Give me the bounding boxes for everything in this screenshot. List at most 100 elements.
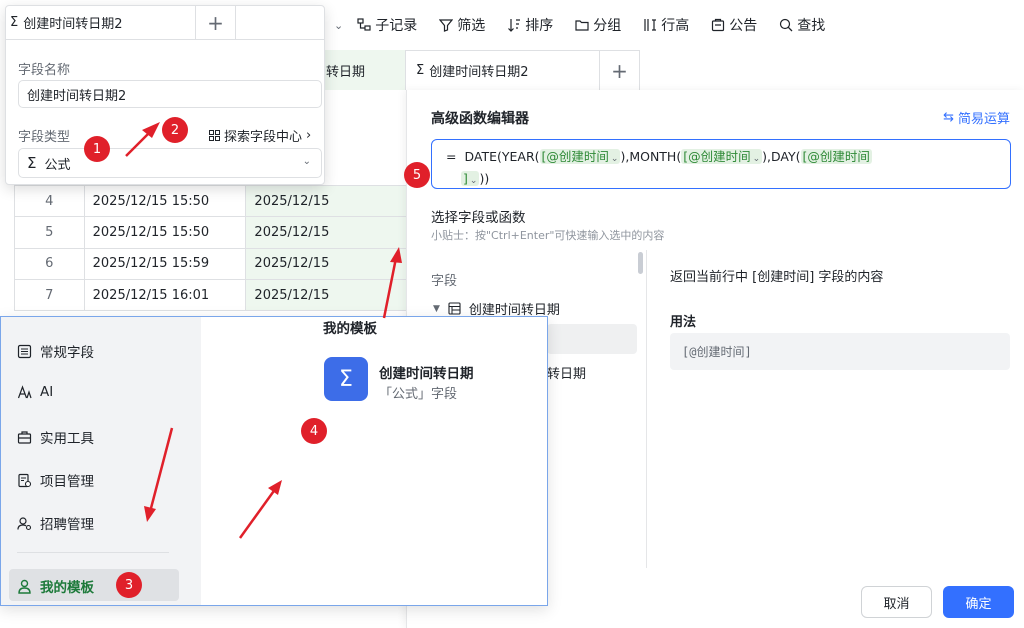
- cancel-button[interactable]: 取消: [861, 586, 932, 618]
- row-number: 4: [14, 184, 85, 218]
- field-type-select[interactable]: Σ 公式 ⌄: [18, 148, 322, 178]
- popup-header: Σ 创建时间转日期2 +: [6, 6, 324, 40]
- table-row[interactable]: 6 2025/12/15 15:59 2025/12/15: [14, 247, 407, 280]
- field-chip[interactable]: [@创建时间 ⌄: [539, 149, 621, 164]
- sidebar-item-label: AI: [40, 384, 54, 400]
- template-sidebar: 常规字段 AI 实用工具 项目管理 招聘管理 我的模板: [1, 317, 201, 605]
- chevron-down-icon[interactable]: ⌄: [611, 150, 619, 169]
- ai-icon: [17, 384, 32, 398]
- filter-icon: [439, 19, 454, 32]
- view-toolbar: ⌄ 子记录 筛选 排序 分组 行高 公告 查找: [320, 0, 1024, 50]
- table-row[interactable]: 7 2025/12/15 16:01 2025/12/15: [14, 278, 407, 312]
- user-icon: [18, 579, 31, 594]
- list-scrollbar[interactable]: [638, 252, 643, 274]
- created-time-cell[interactable]: 2025/12/15 16:01: [83, 278, 247, 312]
- sidebar-item-regular-fields[interactable]: 常规字段: [17, 341, 94, 361]
- formula-input[interactable]: = DATE(YEAR([@创建时间 ⌄),MONTH([@创建时间 ⌄),DAY([…: [431, 139, 1011, 189]
- recruit-icon: [17, 516, 32, 530]
- add-column-button[interactable]: +: [196, 6, 236, 39]
- date-cell[interactable]: 2025/12/15: [245, 184, 407, 218]
- triangle-down-icon[interactable]: ▼: [433, 304, 440, 314]
- sidebar-item-project-management[interactable]: 项目管理: [17, 470, 94, 490]
- row-height-button[interactable]: 行高: [643, 15, 689, 35]
- filter-button[interactable]: 筛选: [439, 15, 485, 35]
- hovered-field-row[interactable]: [547, 324, 637, 354]
- sort-label: 排序: [525, 18, 554, 34]
- chevron-down-icon[interactable]: ⌄: [334, 19, 343, 32]
- group-button[interactable]: 分组: [575, 15, 621, 35]
- field-chip[interactable]: [@创建时间 ⌄: [681, 149, 763, 164]
- chevron-right-icon: ›: [306, 128, 312, 143]
- field-list-item[interactable]: 转日期: [547, 363, 586, 382]
- sidebar-item-recruiting[interactable]: 招聘管理: [17, 513, 94, 533]
- row-number: 7: [14, 278, 85, 312]
- annotation-badge: 2: [162, 117, 188, 143]
- column-header-label: 转日期: [326, 64, 366, 80]
- sidebar-item-my-templates-content[interactable]: 我的模板: [17, 576, 94, 596]
- sidebar-item-ai[interactable]: AI: [17, 384, 53, 400]
- field-chip-label: ]: [463, 171, 468, 186]
- explore-label: 探索字段中心: [224, 130, 303, 145]
- search-button[interactable]: 查找: [779, 15, 825, 35]
- filter-label: 筛选: [457, 18, 486, 34]
- select-field-heading: 选择字段或函数: [431, 210, 526, 226]
- field-chip-label: [@创建时间: [683, 149, 751, 164]
- simple-mode-label: 简易运算: [957, 112, 1010, 127]
- field-chip[interactable]: [@创建时间: [800, 149, 872, 164]
- date-cell[interactable]: 2025/12/15: [245, 216, 407, 249]
- chevron-down-icon[interactable]: ⌄: [753, 150, 761, 169]
- sigma-icon: Σ: [10, 15, 19, 30]
- created-time-cell[interactable]: 2025/12/15 15:50: [83, 216, 247, 249]
- created-time-cell[interactable]: 2025/12/15 15:59: [83, 247, 247, 280]
- template-card-title[interactable]: 创建时间转日期: [379, 362, 474, 382]
- announcement-icon: [712, 18, 725, 32]
- sort-button[interactable]: 排序: [507, 15, 553, 35]
- table-row[interactable]: 5 2025/12/15 15:50 2025/12/15: [14, 216, 407, 249]
- simple-mode-toggle[interactable]: ⇆ 简易运算: [943, 108, 1010, 127]
- field-name-input[interactable]: 创建时间转日期2: [18, 80, 322, 108]
- column-header-strip: 转日期 Σ 创建时间转日期2 +: [320, 50, 640, 90]
- plus-icon: +: [611, 58, 628, 83]
- explore-field-center-link[interactable]: 探索字段中心 ›: [209, 126, 311, 145]
- column-header-formula[interactable]: Σ 创建时间转日期2: [406, 50, 600, 90]
- search-label: 查找: [797, 18, 826, 34]
- date-cell[interactable]: 2025/12/15: [245, 278, 407, 312]
- sidebar-item-tools[interactable]: 实用工具: [17, 427, 94, 447]
- template-card-subtitle: 「公式」字段: [379, 387, 458, 402]
- shortcut-tip: 小贴士：按"Ctrl+Enter"可快速输入选中的内容: [431, 229, 665, 242]
- field-chip-label: [@创建时间: [541, 149, 609, 164]
- annotation-badge: 5: [404, 162, 430, 188]
- annotation-badge: 3: [116, 572, 142, 598]
- group-label: 分组: [593, 18, 622, 34]
- row-number: 5: [14, 216, 85, 249]
- created-time-cell[interactable]: 2025/12/15 15:50: [83, 184, 247, 218]
- usage-heading: 用法: [670, 315, 697, 330]
- field-name-label: 字段名称: [18, 63, 71, 78]
- field-type-value: 公式: [44, 157, 71, 173]
- formula-text: )): [479, 171, 490, 186]
- column-header-date[interactable]: 转日期: [320, 50, 406, 90]
- formula-text: ),MONTH(: [620, 149, 682, 164]
- sigma-icon: Σ: [27, 154, 37, 172]
- project-icon: [18, 473, 32, 487]
- field-chip[interactable]: ] ⌄: [461, 171, 480, 186]
- field-chip-label: [@创建时间: [802, 149, 870, 164]
- field-description: 返回当前行中 [创建时间] 字段的内容: [670, 270, 884, 285]
- editor-title: 高级函数编辑器: [431, 111, 529, 127]
- formula-text: ),DAY(: [762, 149, 801, 164]
- sub-record-icon: [357, 18, 371, 31]
- formula-text: DATE(YEAR(: [464, 149, 540, 164]
- announcement-button[interactable]: 公告: [711, 15, 757, 35]
- confirm-button[interactable]: 确定: [943, 586, 1014, 618]
- date-cell[interactable]: 2025/12/15: [245, 247, 407, 280]
- popup-header-label: 创建时间转日期2: [23, 17, 123, 32]
- grid-icon: [209, 130, 220, 141]
- sigma-icon[interactable]: Σ: [324, 357, 368, 401]
- column-divider: [646, 250, 647, 568]
- sub-record-button[interactable]: 子记录: [357, 15, 417, 35]
- chevron-down-icon[interactable]: ⌄: [470, 172, 478, 191]
- table-row[interactable]: 4 2025/12/15 15:50 2025/12/15: [14, 184, 407, 218]
- swap-icon: ⇆: [943, 110, 954, 125]
- field-config-popup: Σ 创建时间转日期2 + 字段名称 创建时间转日期2 字段类型 探索字段中心 ›…: [5, 5, 325, 185]
- add-column-button[interactable]: +: [600, 50, 640, 90]
